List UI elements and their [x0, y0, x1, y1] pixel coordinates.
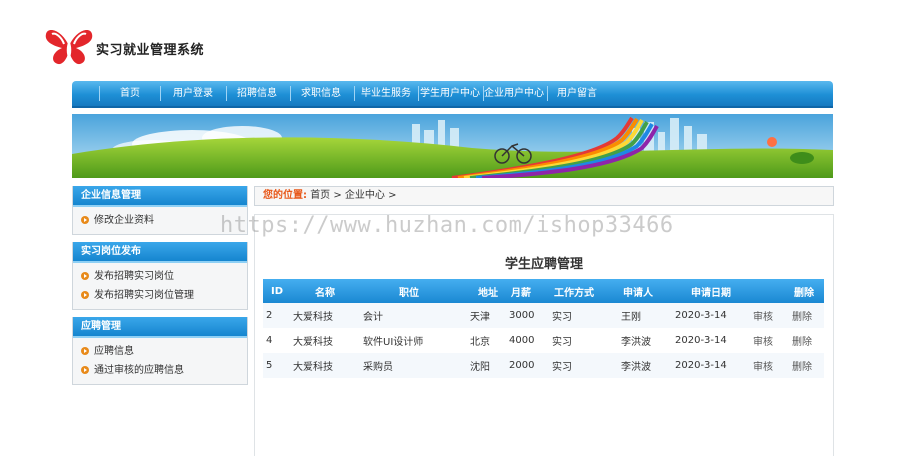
nav-home[interactable]: 首页 — [110, 87, 150, 101]
delete-link[interactable]: 删除 — [792, 328, 824, 353]
column-header-address: 地址 — [470, 279, 509, 303]
review-link[interactable]: 审核 — [753, 353, 792, 378]
breadcrumb-label: 您的位置: — [263, 190, 307, 201]
delete-link[interactable]: 删除 — [792, 353, 824, 378]
page-title: 学生应聘管理 — [504, 257, 583, 272]
sidebar-item-label: 修改企业资料 — [94, 215, 154, 226]
sidebar-item-label: 发布招聘实习岗位管理 — [94, 290, 194, 301]
nav-graduate-service[interactable]: 毕业生服务 — [360, 87, 412, 101]
cell-applicant: 王刚 — [621, 303, 675, 328]
nav-separator — [226, 86, 227, 101]
table-row: 5 大爱科技 采购员 沈阳 2000 实习 李洪波 2020-3-14 审核 删… — [263, 353, 824, 378]
column-header-id: ID — [263, 279, 293, 303]
cell-id: 5 — [263, 353, 293, 378]
sidebar-header: 实习岗位发布 — [73, 242, 247, 263]
cell-salary: 4000 — [509, 328, 552, 353]
nav-job-info[interactable]: 招聘信息 — [234, 87, 280, 101]
sidebar-item-manage-jobs[interactable]: 发布招聘实习岗位管理 — [73, 286, 247, 305]
cell-date: 2020-3-14 — [675, 303, 753, 328]
column-header-position: 职位 — [363, 279, 470, 303]
table-row: 4 大爱科技 软件UI设计师 北京 4000 实习 李洪波 2020-3-14 … — [263, 328, 824, 353]
cell-date: 2020-3-14 — [675, 353, 753, 378]
cell-id: 4 — [263, 328, 293, 353]
arrow-bullet-icon — [81, 291, 89, 299]
cell-address: 沈阳 — [470, 353, 509, 378]
cell-work-type: 实习 — [552, 353, 621, 378]
main-nav: 首页 用户登录 招聘信息 求职信息 毕业生服务 学生用户中心 企业用户中心 用户… — [72, 81, 833, 108]
nav-separator — [99, 86, 100, 101]
sidebar-item-post-job[interactable]: 发布招聘实习岗位 — [73, 267, 247, 286]
breadcrumb-path[interactable]: 首页 > 企业中心 > — [310, 190, 396, 201]
sidebar-header: 企业信息管理 — [73, 186, 247, 207]
review-link[interactable]: 审核 — [753, 328, 792, 353]
cell-name: 大爱科技 — [293, 328, 363, 353]
column-header-date: 申请日期 — [675, 279, 753, 303]
cell-applicant: 李洪波 — [621, 353, 675, 378]
nav-messages[interactable]: 用户留言 — [554, 87, 600, 101]
banner-image — [72, 114, 833, 178]
column-header-salary: 月薪 — [509, 279, 552, 303]
nav-separator — [160, 86, 161, 101]
sidebar-header: 应聘管理 — [73, 317, 247, 338]
nav-seek-info[interactable]: 求职信息 — [298, 87, 344, 101]
cell-address: 天津 — [470, 303, 509, 328]
nav-separator — [290, 86, 291, 101]
cell-salary: 2000 — [509, 353, 552, 378]
sidebar-item-approved-applications[interactable]: 通过审核的应聘信息 — [73, 361, 247, 380]
applications-table: ID 名称 职位 地址 月薪 工作方式 申请人 申请日期 删除 2 大爱科技 会… — [263, 279, 824, 378]
butterfly-logo-icon — [45, 30, 93, 65]
arrow-bullet-icon — [81, 216, 89, 224]
nav-student-center[interactable]: 学生用户中心 — [420, 87, 480, 101]
sidebar-item-applications[interactable]: 应聘信息 — [73, 342, 247, 361]
sidebar-item-label: 发布招聘实习岗位 — [94, 271, 174, 282]
nav-separator — [354, 86, 355, 101]
sidebar-item-label: 应聘信息 — [94, 346, 134, 357]
watermark-text: https://www.huzhan.com/ishop33466 — [220, 213, 674, 238]
cell-address: 北京 — [470, 328, 509, 353]
breadcrumb: 您的位置: 首页 > 企业中心 > — [254, 186, 834, 206]
cell-work-type: 实习 — [552, 303, 621, 328]
cell-salary: 3000 — [509, 303, 552, 328]
table-row: 2 大爱科技 会计 天津 3000 实习 王刚 2020-3-14 审核 删除 — [263, 303, 824, 328]
cell-position: 采购员 — [363, 353, 470, 378]
sidebar-section-application: 应聘管理 应聘信息 通过审核的应聘信息 — [72, 317, 248, 385]
review-link[interactable]: 审核 — [753, 303, 792, 328]
cell-work-type: 实习 — [552, 328, 621, 353]
cell-date: 2020-3-14 — [675, 328, 753, 353]
sidebar-item-label: 通过审核的应聘信息 — [94, 365, 184, 376]
main-content: 学生应聘管理 ID 名称 职位 地址 月薪 工作方式 申请人 申请日期 删除 2 — [254, 214, 834, 456]
cell-applicant: 李洪波 — [621, 328, 675, 353]
arrow-bullet-icon — [81, 366, 89, 374]
delete-link[interactable]: 删除 — [792, 303, 824, 328]
arrow-bullet-icon — [81, 272, 89, 280]
arrow-bullet-icon — [81, 347, 89, 355]
column-header-applicant: 申请人 — [621, 279, 675, 303]
cell-name: 大爱科技 — [293, 303, 363, 328]
column-header-review — [753, 279, 792, 303]
column-header-delete: 删除 — [792, 279, 824, 303]
sidebar-section-job-post: 实习岗位发布 发布招聘实习岗位 发布招聘实习岗位管理 — [72, 242, 248, 310]
nav-company-center[interactable]: 企业用户中心 — [484, 87, 544, 101]
cell-position: 软件UI设计师 — [363, 328, 470, 353]
nav-separator — [547, 86, 548, 101]
cell-position: 会计 — [363, 303, 470, 328]
column-header-work-type: 工作方式 — [552, 279, 621, 303]
nav-separator — [418, 86, 419, 101]
cell-id: 2 — [263, 303, 293, 328]
column-header-name: 名称 — [293, 279, 363, 303]
cell-name: 大爱科技 — [293, 353, 363, 378]
nav-login[interactable]: 用户登录 — [170, 87, 216, 101]
site-title: 实习就业管理系统 — [96, 43, 205, 58]
table-header-row: ID 名称 职位 地址 月薪 工作方式 申请人 申请日期 删除 — [263, 279, 824, 303]
